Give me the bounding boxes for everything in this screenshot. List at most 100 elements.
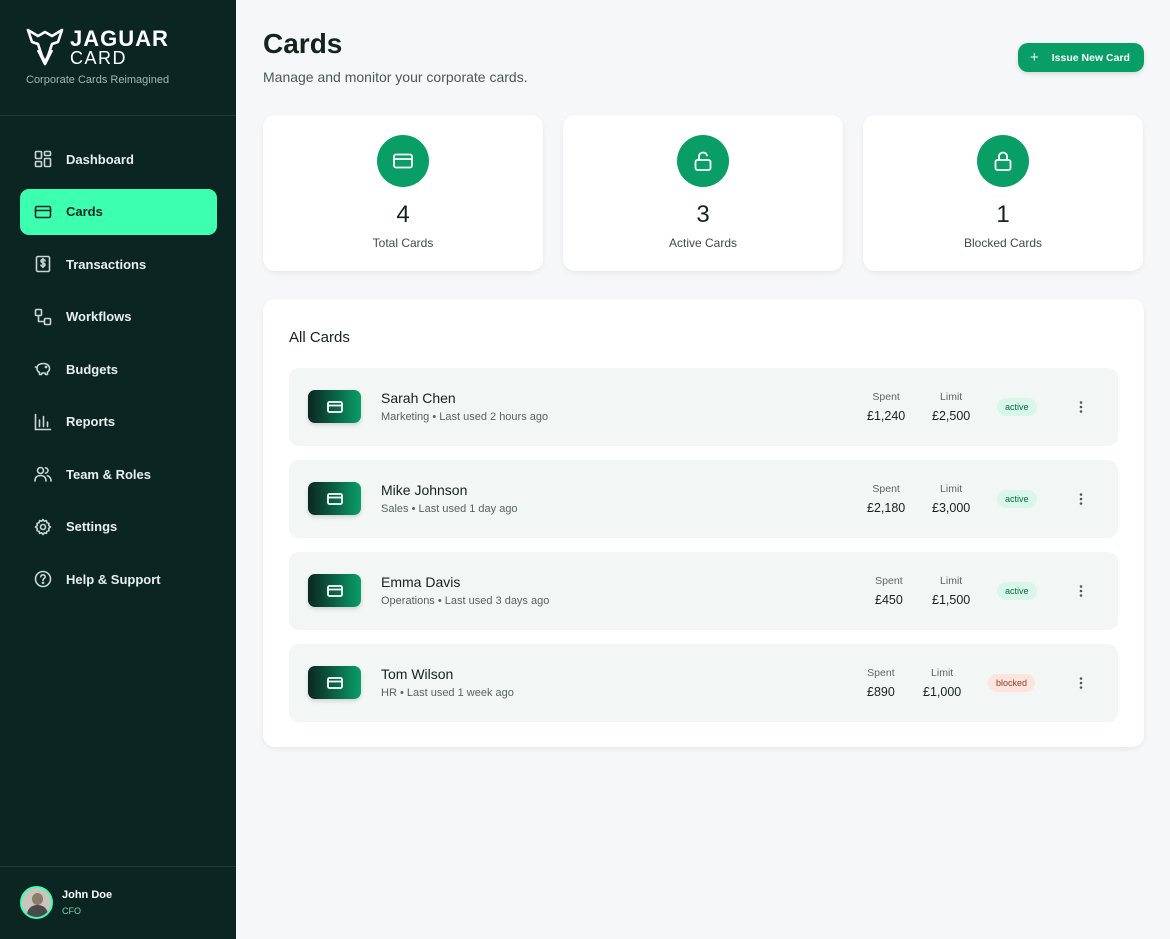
stat-active-cards: 3 Active Cards <box>563 115 843 271</box>
limit-header: Limit <box>931 667 954 679</box>
credit-card-icon <box>308 666 361 699</box>
status-badge: active <box>997 582 1037 600</box>
spent-column: Spent £890 <box>867 666 895 701</box>
sidebar-item-reports[interactable]: Reports <box>20 399 217 445</box>
dashboard-icon <box>34 150 52 168</box>
sidebar-nav: Dashboard Cards Transactions Workflows B… <box>20 136 217 609</box>
spent-column: Spent £450 <box>875 574 903 609</box>
brand-name-line1: JAGUAR <box>70 26 169 51</box>
sidebar-item-help-support[interactable]: Help & Support <box>20 556 217 602</box>
sidebar-item-team-roles[interactable]: Team & Roles <box>20 451 217 497</box>
card-row[interactable]: Emma Davis Operations • Last used 3 days… <box>289 552 1118 630</box>
cardholder-name: Tom Wilson <box>381 666 454 682</box>
more-options-button[interactable] <box>1074 395 1088 419</box>
user-name: John Doe <box>62 888 113 901</box>
plus-icon: + <box>1030 49 1039 66</box>
sidebar-item-workflows[interactable]: Workflows <box>20 294 217 340</box>
sidebar-item-label: Help & Support <box>66 571 161 587</box>
more-options-button[interactable] <box>1074 671 1088 695</box>
brand-name-line2: CARD <box>70 48 128 68</box>
stat-blocked-cards: 1 Blocked Cards <box>863 115 1143 271</box>
sidebar-item-label: Transactions <box>66 256 147 272</box>
more-vertical-icon <box>1079 401 1083 413</box>
stat-label: Active Cards <box>668 236 738 250</box>
sidebar-item-label: Workflows <box>66 309 132 324</box>
sidebar-item-label: Team & Roles <box>66 466 152 482</box>
stat-label: Total Cards <box>372 236 434 250</box>
status-badge: active <box>997 398 1037 416</box>
limit-value: £2,500 <box>932 409 971 423</box>
all-cards-panel: All Cards Sarah Chen Marketing • Last us… <box>263 299 1144 747</box>
sidebar-item-cards[interactable]: Cards <box>20 188 217 235</box>
receipt-dollar-icon <box>34 255 52 273</box>
spent-value: £2,180 <box>867 501 906 515</box>
limit-column: Limit £1,000 <box>923 666 961 701</box>
sidebar-item-label: Budgets <box>66 361 118 377</box>
sidebar-item-label: Dashboard <box>66 151 134 167</box>
bar-chart-icon <box>34 413 52 431</box>
stat-value: 4 <box>396 201 410 228</box>
unlock-icon <box>677 135 729 187</box>
issue-new-card-label: Issue New Card <box>1051 51 1130 64</box>
more-options-button[interactable] <box>1074 579 1088 603</box>
credit-card-icon <box>308 574 361 607</box>
more-options-button[interactable] <box>1074 487 1088 511</box>
sidebar-item-transactions[interactable]: Transactions <box>20 241 217 287</box>
brand-tagline: Corporate Cards Reimagined <box>26 74 170 86</box>
limit-column: Limit £3,000 <box>932 482 970 517</box>
lock-icon <box>977 135 1029 187</box>
user-profile[interactable]: John Doe CFO <box>20 886 112 919</box>
spent-header: Spent <box>875 575 903 587</box>
sidebar-item-dashboard[interactable]: Dashboard <box>20 136 217 182</box>
status-badge: active <box>997 490 1037 508</box>
jaguar-logo-icon <box>26 28 64 66</box>
cardholder-meta: Sales • Last used 1 day ago <box>381 503 518 515</box>
users-icon <box>34 465 52 483</box>
cardholder-meta: Marketing • Last used 2 hours ago <box>381 411 549 423</box>
limit-value: £1,500 <box>932 593 971 607</box>
spent-header: Spent <box>867 667 895 679</box>
spent-value: £1,240 <box>867 409 906 423</box>
piggy-bank-icon <box>34 360 52 378</box>
user-divider <box>0 866 236 867</box>
sidebar-item-settings[interactable]: Settings <box>20 504 217 550</box>
credit-card-icon <box>34 203 52 221</box>
limit-value: £1,000 <box>923 685 962 699</box>
help-circle-icon <box>34 570 52 588</box>
more-vertical-icon <box>1079 493 1083 505</box>
spent-header: Spent <box>872 483 900 495</box>
status-badge: blocked <box>988 674 1036 692</box>
avatar <box>20 886 53 919</box>
sidebar: JAGUAR CARD Corporate Cards Reimagined D… <box>0 0 236 939</box>
spent-column: Spent £2,180 <box>867 482 905 517</box>
limit-value: £3,000 <box>932 501 971 515</box>
page-subtitle: Manage and monitor your corporate cards. <box>263 69 528 85</box>
spent-column: Spent £1,240 <box>867 390 905 425</box>
card-list: Sarah Chen Marketing • Last used 2 hours… <box>289 368 1118 736</box>
card-row[interactable]: Tom Wilson HR • Last used 1 week ago Spe… <box>289 644 1118 722</box>
cardholder-name: Sarah Chen <box>381 390 456 406</box>
spent-value: £450 <box>875 593 903 607</box>
workflow-icon <box>34 308 52 326</box>
stat-label: Blocked Cards <box>963 236 1043 250</box>
spent-value: £890 <box>867 685 895 699</box>
limit-column: Limit £2,500 <box>932 390 970 425</box>
spent-header: Spent <box>872 391 900 403</box>
card-row[interactable]: Sarah Chen Marketing • Last used 2 hours… <box>289 368 1118 446</box>
card-row[interactable]: Mike Johnson Sales • Last used 1 day ago… <box>289 460 1118 538</box>
stat-total-cards: 4 Total Cards <box>263 115 543 271</box>
stat-value: 3 <box>696 201 710 228</box>
more-vertical-icon <box>1079 677 1083 689</box>
brand[interactable]: JAGUAR CARD Corporate Cards Reimagined <box>26 26 216 88</box>
gear-icon <box>34 518 52 536</box>
sidebar-item-label: Reports <box>66 414 116 429</box>
cardholder-name: Mike Johnson <box>381 482 468 498</box>
sidebar-item-budgets[interactable]: Budgets <box>20 346 217 392</box>
issue-new-card-button[interactable]: + Issue New Card <box>1018 43 1144 72</box>
cardholder-meta: HR • Last used 1 week ago <box>381 687 514 699</box>
credit-card-icon <box>308 390 361 423</box>
stat-value: 1 <box>996 201 1010 228</box>
limit-header: Limit <box>940 483 963 495</box>
page-title: Cards <box>263 28 343 59</box>
cardholder-meta: Operations • Last used 3 days ago <box>381 595 550 607</box>
